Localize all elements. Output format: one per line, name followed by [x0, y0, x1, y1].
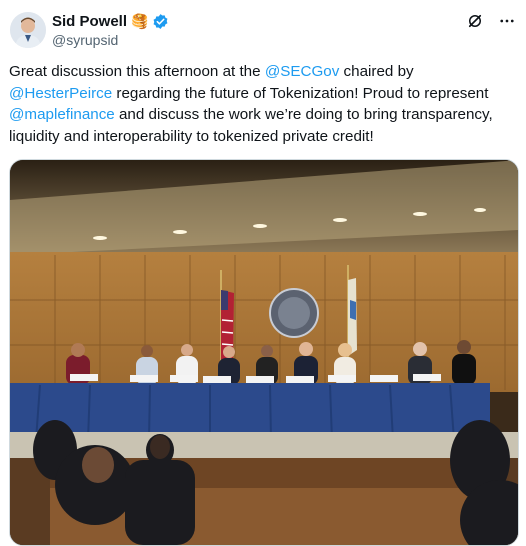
mention-hesterpeirce[interactable]: @HesterPeirce — [9, 85, 112, 102]
tweet-text-segment: chaired by — [339, 63, 414, 80]
tweet-text-segment: regarding the future of Tokenization! Pr… — [112, 84, 489, 102]
mention-maplefinance[interactable]: @maplefinance — [9, 106, 115, 123]
author-name[interactable]: Sid Powell — [52, 13, 127, 30]
more-icon[interactable] — [498, 12, 516, 30]
verified-badge-icon — [152, 13, 169, 30]
author-handle[interactable]: @syrupsid — [52, 32, 118, 48]
sec-panel-photo — [10, 160, 518, 545]
tweet-text: Great discussion this afternoon at the @… — [9, 61, 515, 147]
tweet-text-segment: Great discussion this afternoon at the — [9, 63, 265, 80]
tweet-photo[interactable] — [9, 159, 519, 546]
mention-secgov[interactable]: @SECGov — [265, 63, 340, 80]
grok-icon[interactable] — [466, 12, 484, 30]
pancake-emoji: 🥞 — [131, 13, 149, 29]
avatar[interactable] — [10, 12, 46, 48]
